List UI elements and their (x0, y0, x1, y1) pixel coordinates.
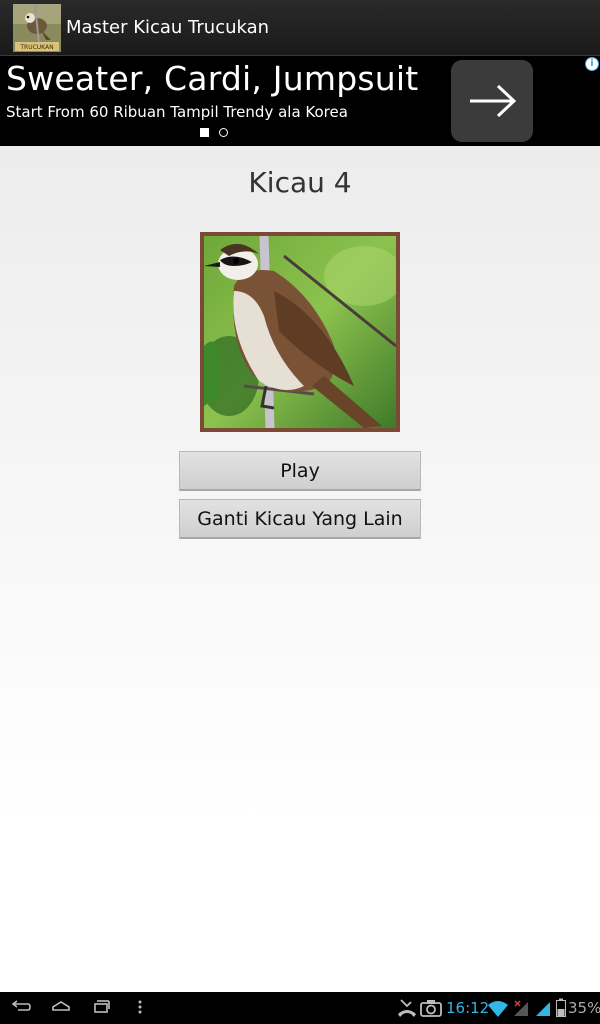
change-song-button[interactable]: Ganti Kicau Yang Lain (179, 499, 421, 539)
play-button[interactable]: Play (179, 451, 421, 491)
no-signal-icon (514, 1000, 528, 1016)
ad-page-indicator (198, 127, 238, 139)
ad-subtitle[interactable]: Start From 60 Ribuan Tampil Trendy ala K… (6, 103, 348, 121)
home-icon[interactable] (50, 998, 72, 1016)
ad-page-dot-selected (200, 128, 209, 137)
info-icon[interactable]: i (585, 57, 599, 71)
battery-icon (556, 998, 566, 1017)
main-content: Kicau 4 Play Ganti Kicau Yang Lain (0, 146, 600, 992)
status-time: 16:12 (446, 999, 490, 1017)
ad-page-dot (219, 128, 228, 137)
app-title: Master Kicau Trucukan (66, 17, 270, 38)
signal-icon (536, 1002, 550, 1016)
recent-apps-icon[interactable] (90, 998, 112, 1016)
ad-headline[interactable]: Sweater, Cardi, Jumpsuit (6, 59, 418, 98)
battery-percent: 35% (568, 999, 600, 1017)
camera-icon (420, 1000, 442, 1017)
action-bar: TRUCUKAN Master Kicau Trucukan (0, 0, 600, 56)
missed-call-icon (398, 999, 416, 1017)
ad-banner[interactable]: Sweater, Cardi, Jumpsuit Start From 60 R… (0, 56, 600, 146)
wifi-icon (488, 1001, 508, 1017)
arrow-right-icon (470, 84, 517, 118)
ad-arrow-button[interactable] (451, 60, 533, 142)
back-icon[interactable] (10, 998, 32, 1016)
menu-icon[interactable] (134, 998, 146, 1016)
app-icon-caption: TRUCUKAN (19, 44, 53, 51)
page-title: Kicau 4 (248, 166, 352, 199)
bird-app-icon[interactable]: TRUCUKAN (13, 4, 61, 52)
bird-photo (200, 232, 400, 432)
system-bar: 16:12 35% (0, 992, 600, 1024)
